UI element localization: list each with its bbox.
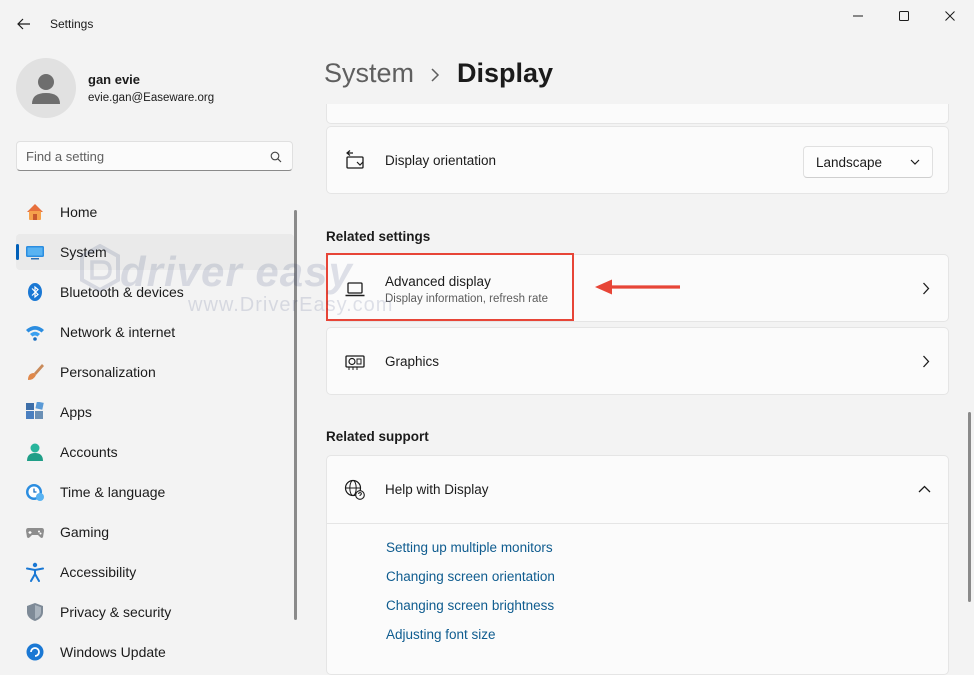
bluetooth-icon bbox=[28, 283, 42, 301]
sidebar-item-label: Gaming bbox=[60, 524, 110, 540]
sidebar-item-gaming[interactable]: Gaming bbox=[16, 514, 294, 550]
globe-help-icon bbox=[344, 479, 365, 500]
close-icon bbox=[945, 11, 955, 21]
sidebar-nav: Home System Bluetooth & devices Network … bbox=[16, 194, 294, 674]
chevron-right-icon bbox=[923, 355, 930, 368]
graphics-card[interactable]: Graphics bbox=[326, 327, 949, 395]
help-with-display-header[interactable]: Help with Display bbox=[327, 456, 948, 524]
orientation-icon bbox=[346, 150, 364, 169]
maximize-button[interactable] bbox=[881, 0, 927, 32]
chevron-up-icon[interactable] bbox=[918, 485, 931, 493]
sidebar-item-label: Accounts bbox=[60, 444, 118, 460]
related-settings-heading: Related settings bbox=[326, 229, 431, 244]
close-button[interactable] bbox=[927, 0, 973, 32]
gamepad-icon bbox=[26, 528, 44, 538]
wifi-icon bbox=[26, 326, 44, 341]
title-bar: Settings bbox=[0, 0, 974, 48]
sidebar-item-home[interactable]: Home bbox=[16, 194, 294, 230]
app-title: Settings bbox=[50, 17, 94, 31]
sidebar-item-label: Home bbox=[60, 204, 98, 220]
related-support-heading: Related support bbox=[326, 429, 429, 444]
search-box[interactable] bbox=[16, 141, 293, 171]
help-links-list: Setting up multiple monitors Changing sc… bbox=[386, 540, 555, 656]
search-icon[interactable] bbox=[270, 150, 282, 168]
sidebar-item-label: Accessibility bbox=[60, 564, 137, 580]
sidebar-scrollbar[interactable] bbox=[294, 210, 297, 620]
accessibility-icon bbox=[26, 562, 44, 582]
sidebar-item-label: Windows Update bbox=[60, 644, 166, 660]
main-scrollbar[interactable] bbox=[968, 412, 971, 602]
person-icon bbox=[32, 74, 60, 104]
sidebar-item-time-language[interactable]: Time & language bbox=[16, 474, 294, 510]
help-link-screen-brightness[interactable]: Changing screen brightness bbox=[386, 598, 555, 627]
search-input[interactable] bbox=[26, 142, 266, 170]
orientation-value: Landscape bbox=[816, 155, 883, 170]
accounts-icon bbox=[27, 443, 43, 461]
sidebar-item-windows-update[interactable]: Windows Update bbox=[16, 634, 294, 670]
annotation-arrow-icon bbox=[595, 279, 680, 295]
sidebar-item-label: Personalization bbox=[60, 364, 156, 380]
chevron-right-icon bbox=[923, 282, 930, 295]
minimize-button[interactable] bbox=[835, 0, 881, 32]
display-orientation-label: Display orientation bbox=[385, 153, 497, 168]
sidebar-item-label: Privacy & security bbox=[60, 604, 172, 620]
maximize-icon bbox=[899, 11, 909, 21]
sidebar-item-label: System bbox=[60, 244, 107, 260]
sidebar-item-privacy-security[interactable]: Privacy & security bbox=[16, 594, 294, 630]
minimize-icon bbox=[853, 15, 863, 17]
sidebar-item-network[interactable]: Network & internet bbox=[16, 314, 294, 350]
orientation-dropdown[interactable]: Landscape bbox=[803, 146, 933, 178]
home-icon bbox=[27, 204, 43, 220]
user-name: gan evie bbox=[88, 72, 141, 87]
sidebar-item-accessibility[interactable]: Accessibility bbox=[16, 554, 294, 590]
sidebar-item-apps[interactable]: Apps bbox=[16, 394, 294, 430]
help-link-font-size[interactable]: Adjusting font size bbox=[386, 627, 555, 656]
selection-indicator bbox=[16, 244, 19, 260]
annotation-highlight-box bbox=[326, 253, 574, 321]
breadcrumb-parent[interactable]: System bbox=[324, 58, 414, 89]
avatar[interactable] bbox=[16, 58, 76, 118]
sidebar-item-label: Bluetooth & devices bbox=[60, 284, 184, 300]
page-title: Display bbox=[457, 58, 554, 88]
system-icon bbox=[26, 246, 44, 260]
previous-setting-card bbox=[326, 104, 949, 124]
help-link-screen-orientation[interactable]: Changing screen orientation bbox=[386, 569, 555, 598]
back-arrow-icon bbox=[17, 18, 30, 30]
chevron-right-icon bbox=[431, 68, 440, 82]
sidebar-item-label: Apps bbox=[60, 404, 92, 420]
graphics-title: Graphics bbox=[385, 354, 440, 369]
display-orientation-card: Display orientation Landscape bbox=[326, 126, 949, 194]
sidebar-item-label: Network & internet bbox=[60, 324, 176, 340]
update-icon bbox=[26, 643, 44, 661]
sidebar-item-accounts[interactable]: Accounts bbox=[16, 434, 294, 470]
apps-icon bbox=[26, 402, 44, 419]
help-with-display-title: Help with Display bbox=[385, 482, 489, 497]
help-link-multiple-monitors[interactable]: Setting up multiple monitors bbox=[386, 540, 555, 569]
chevron-down-icon bbox=[910, 159, 920, 165]
graphics-card-icon bbox=[345, 355, 365, 370]
sidebar-item-personalization[interactable]: Personalization bbox=[16, 354, 294, 390]
brush-icon bbox=[28, 364, 44, 380]
clock-globe-icon bbox=[26, 484, 44, 501]
user-email: evie.gan@Easeware.org bbox=[88, 92, 215, 104]
shield-icon bbox=[27, 603, 43, 621]
back-button[interactable] bbox=[10, 12, 38, 36]
sidebar-item-label: Time & language bbox=[60, 484, 166, 500]
sidebar-item-bluetooth[interactable]: Bluetooth & devices bbox=[16, 274, 294, 310]
sidebar-item-system[interactable]: System bbox=[16, 234, 294, 270]
